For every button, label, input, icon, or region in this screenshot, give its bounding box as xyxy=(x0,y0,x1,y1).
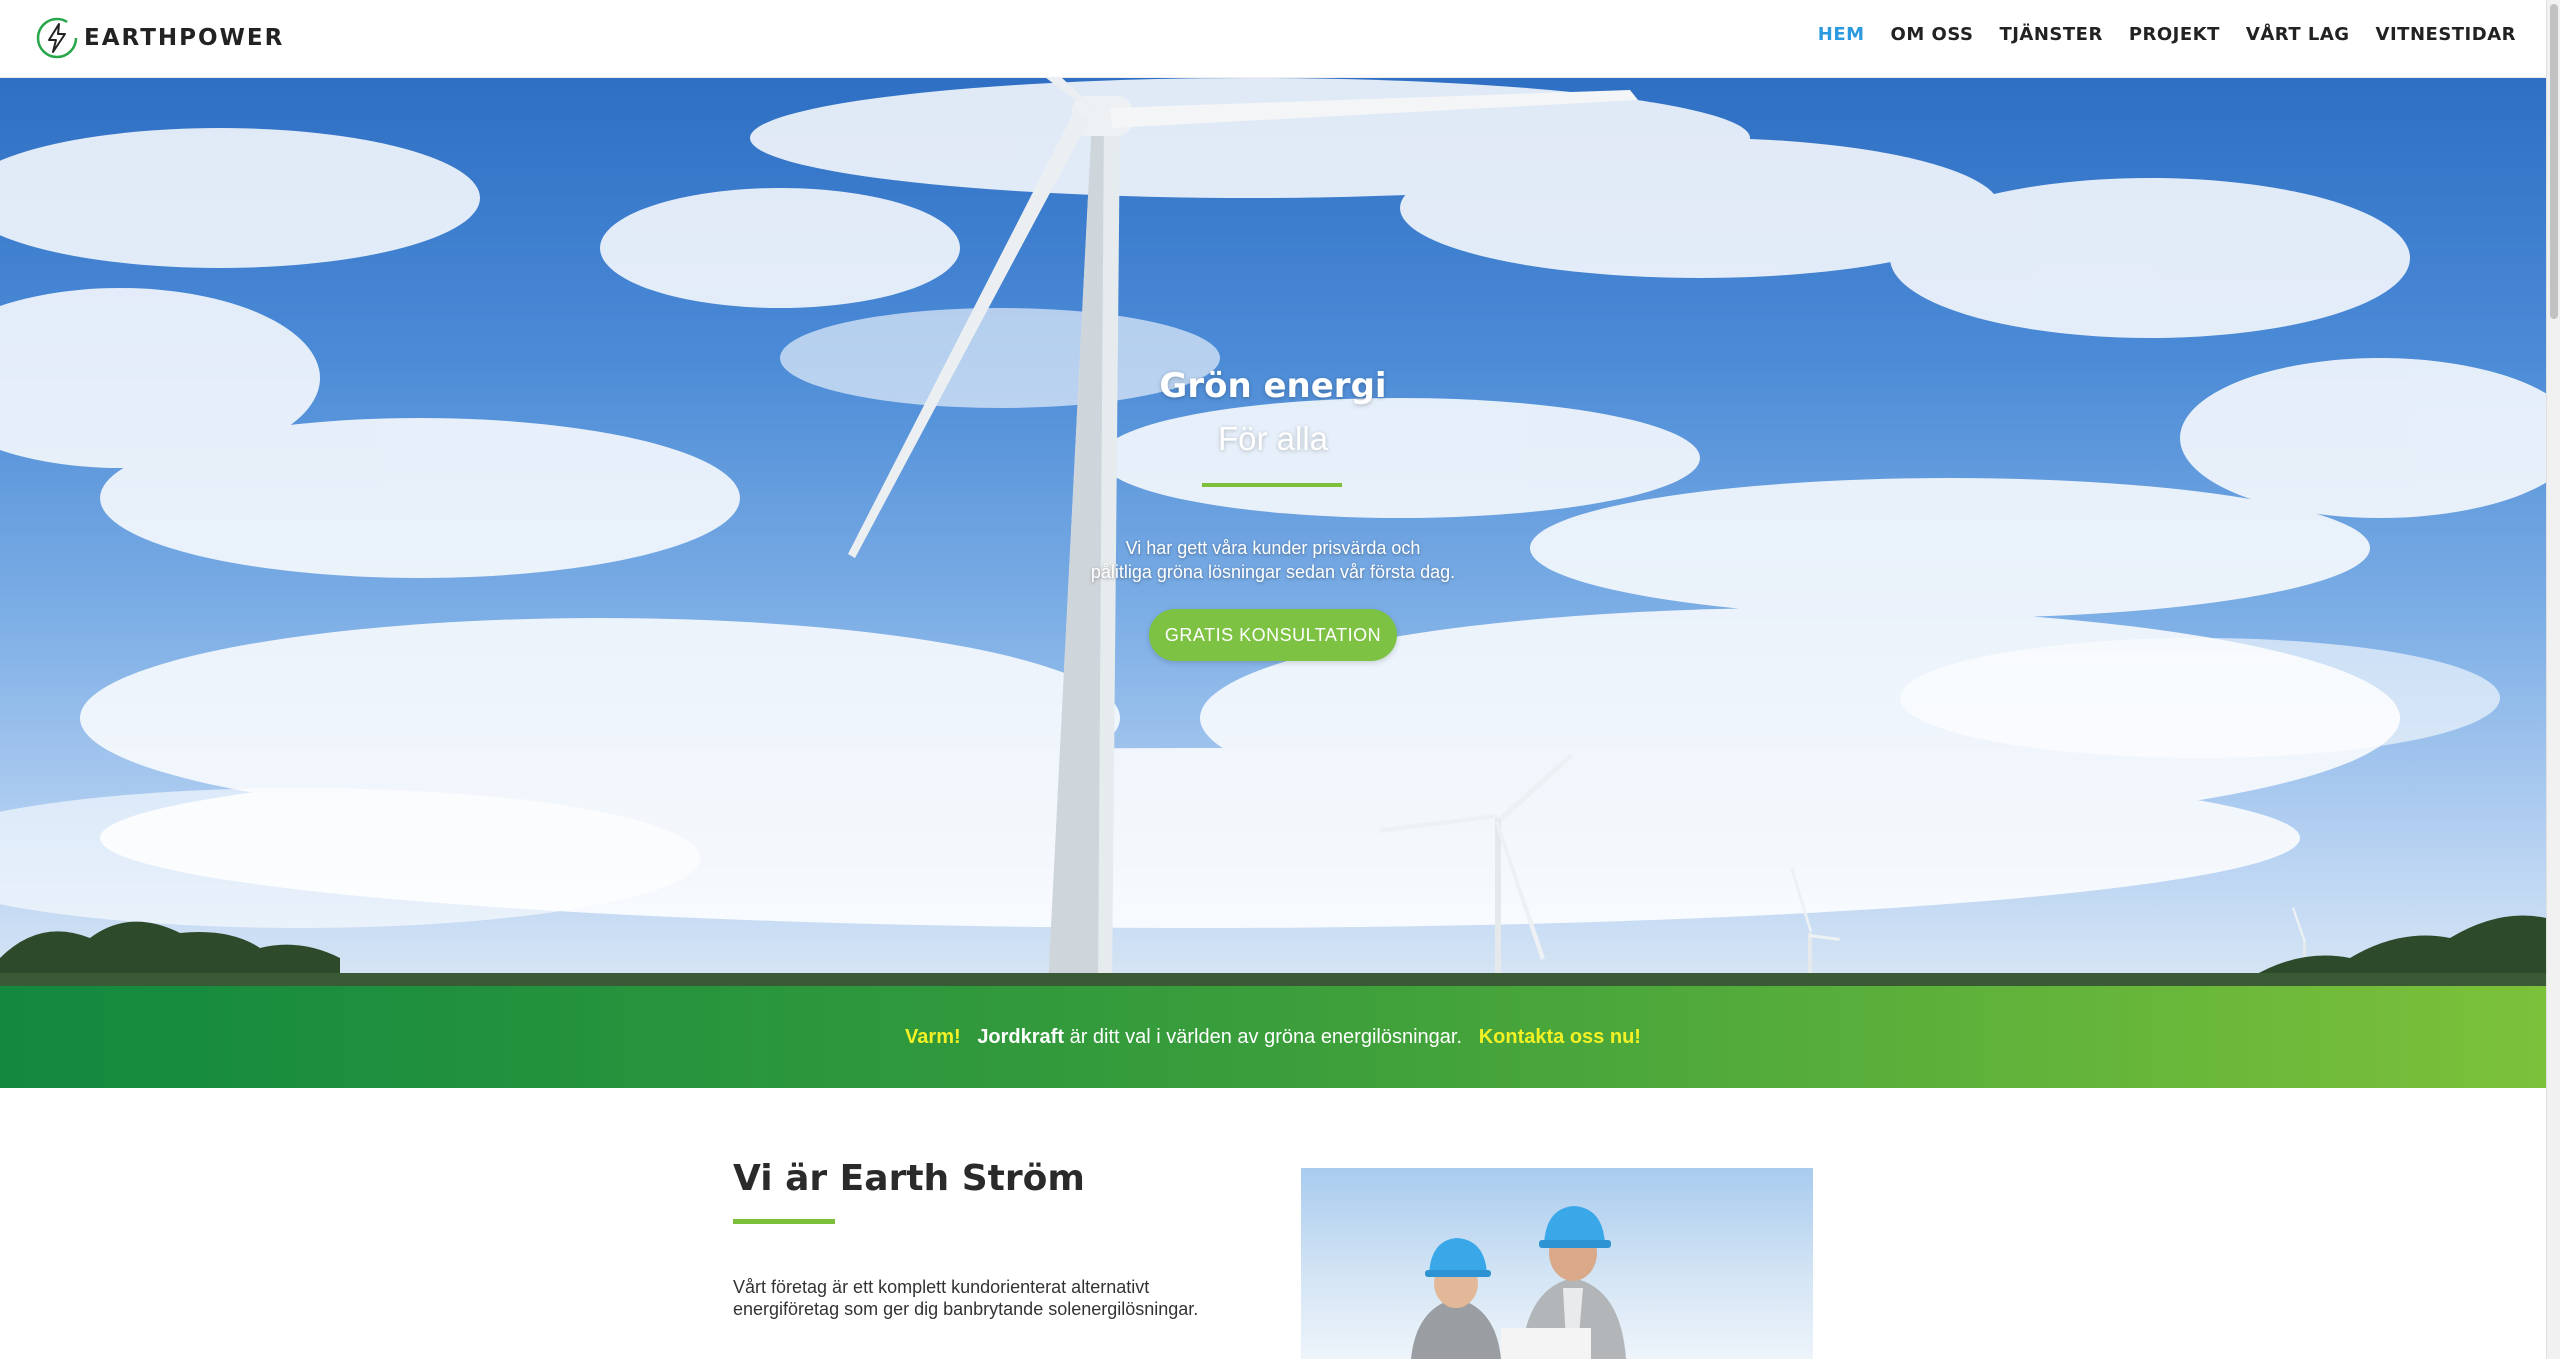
banner-brand-text: Jordkraft xyxy=(977,1025,1065,1048)
nav-item-tjanster[interactable]: TJÄNSTER xyxy=(1999,24,2102,45)
contact-us-link[interactable]: Kontakta oss nu! xyxy=(1479,1026,1641,1049)
nav-item-projekt[interactable]: PROJEKT xyxy=(2129,24,2220,45)
main-nav: HEM OM OSS TJÄNSTER PROJEKT VÅRT LAG VIT… xyxy=(1818,24,2516,45)
cta-banner: Varm! Jordkraft är ditt val i världen av… xyxy=(0,986,2546,1088)
engineers-image xyxy=(1301,1168,1813,1359)
banner-spacer-2 xyxy=(1462,1026,1479,1049)
lightning-bolt-icon xyxy=(36,17,78,59)
hero-description-line-1: Vi har gett våra kunder prisvärda och xyxy=(1125,538,1421,558)
site-header: EARTHPOWER HEM OM OSS TJÄNSTER PROJEKT V… xyxy=(0,0,2546,78)
hero-subtitle: För alla xyxy=(1217,420,1329,457)
scrollbar-thumb[interactable] xyxy=(2550,4,2558,319)
about-divider xyxy=(733,1219,835,1224)
nav-item-vart-lag[interactable]: VÅRT LAG xyxy=(2246,24,2350,45)
page-scrollbar[interactable] xyxy=(2546,0,2560,1359)
nav-item-hem[interactable]: HEM xyxy=(1818,24,1865,45)
hero-title: Grön energi xyxy=(1159,366,1387,406)
logo[interactable]: EARTHPOWER xyxy=(36,17,284,59)
banner-spacer xyxy=(961,1026,978,1049)
hero-divider xyxy=(1202,483,1342,487)
nav-item-om-oss[interactable]: OM OSS xyxy=(1891,24,1974,45)
engineers-illustration xyxy=(1411,1206,1626,1359)
free-consultation-button[interactable]: GRATIS KONSULTATION xyxy=(1149,609,1397,661)
about-title: Vi är Earth Ström xyxy=(733,1158,1085,1199)
about-text: Vårt företag är ett komplett kundoriente… xyxy=(733,1277,1199,1319)
banner-message: är ditt val i världen av gröna energilös… xyxy=(1064,1025,1463,1048)
hero-background-image xyxy=(0,78,2546,986)
logo-text: EARTHPOWER xyxy=(84,25,285,51)
hero-section: Grön energi För alla Vi har gett våra ku… xyxy=(0,78,2546,986)
hero-description: Vi har gett våra kunder prisvärda och på… xyxy=(0,536,2546,584)
banner-warm-text: Varm! xyxy=(905,1025,961,1048)
nav-item-vitnestidar[interactable]: VITNESTIDAR xyxy=(2376,24,2516,45)
hero-description-line-2: pålitliga gröna lösningar sedan vår förs… xyxy=(1090,562,1456,582)
